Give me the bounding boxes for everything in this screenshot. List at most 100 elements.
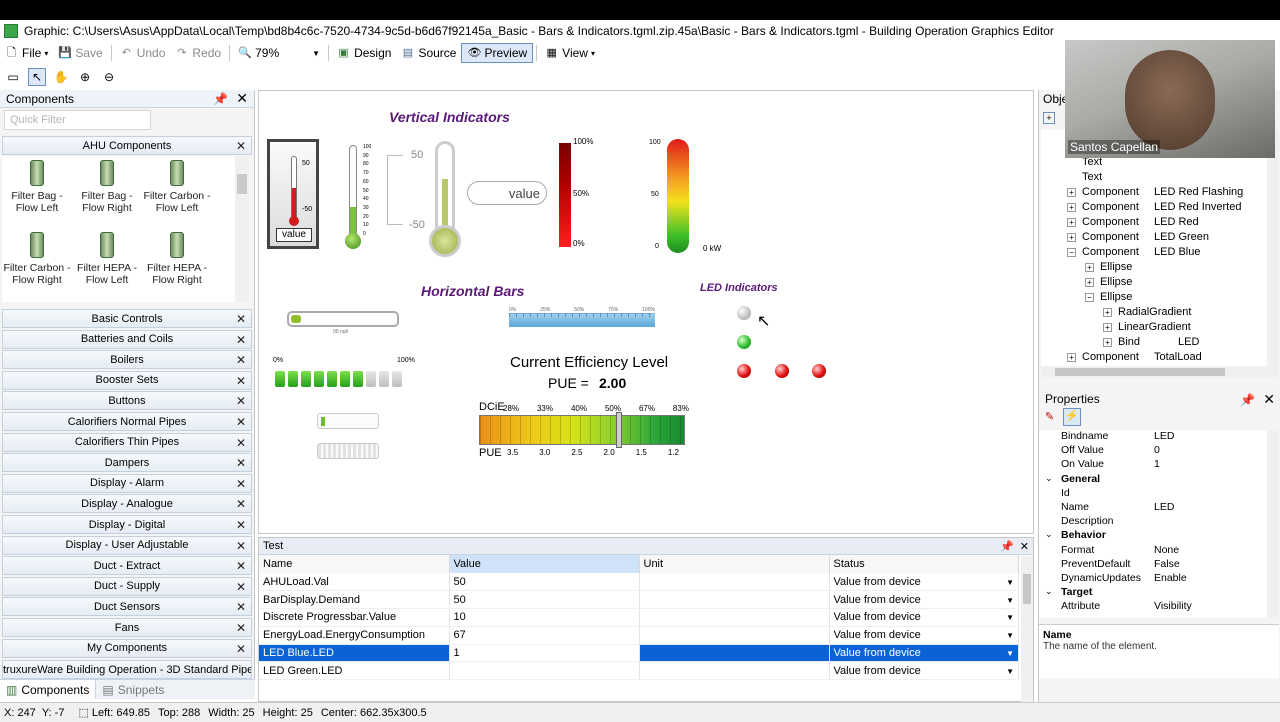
- column-name[interactable]: Name: [259, 555, 450, 573]
- row-unit[interactable]: [639, 626, 830, 645]
- chevron-down-icon[interactable]: ⌄: [1045, 473, 1053, 484]
- tree-item[interactable]: − Component LED Blue: [1067, 246, 1200, 258]
- row-value[interactable]: 1: [449, 644, 640, 663]
- group-item[interactable]: Batteries and Coils ✕: [2, 329, 252, 349]
- group-item[interactable]: Duct Sensors ✕: [2, 597, 252, 617]
- table-row[interactable]: LED Blue.LED 1 Value from device ▼: [259, 644, 1019, 663]
- close-icon[interactable]: ✕: [236, 642, 246, 656]
- chevron-down-icon[interactable]: ▼: [1006, 596, 1014, 605]
- chevron-down-icon[interactable]: ▼: [1006, 578, 1014, 587]
- group-item[interactable]: Dampers ✕: [2, 453, 252, 473]
- property-scrollbar[interactable]: [1267, 430, 1279, 618]
- table-row[interactable]: Discrete Progressbar.Value 10 Value from d…: [259, 608, 1019, 627]
- close-icon[interactable]: ✕: [236, 580, 246, 594]
- column-unit[interactable]: Unit: [639, 555, 830, 573]
- row-value[interactable]: 50: [449, 573, 640, 592]
- close-icon[interactable]: ✕: [236, 539, 246, 553]
- pan-tool-icon[interactable]: ✋: [52, 68, 70, 86]
- expand-all-icon[interactable]: +: [1043, 112, 1055, 124]
- gallery-scrollbar[interactable]: [235, 156, 249, 302]
- tab-components[interactable]: ▥ Components: [0, 680, 97, 699]
- layers-icon[interactable]: ▭: [4, 68, 22, 86]
- tree-item[interactable]: + Component LED Red: [1067, 216, 1199, 228]
- quick-filter-input[interactable]: Quick Filter: [4, 110, 151, 130]
- tree-item[interactable]: + Ellipse: [1085, 261, 1160, 273]
- tree-item[interactable]: + Component LED Green: [1067, 231, 1209, 243]
- close-icon[interactable]: ✕: [236, 518, 246, 532]
- tree-item[interactable]: + Ellipse: [1085, 276, 1160, 288]
- file-menu[interactable]: 🗋 File ▾: [0, 43, 53, 63]
- close-icon[interactable]: ✕: [1020, 541, 1029, 553]
- group-item[interactable]: Boilers ✕: [2, 350, 252, 370]
- close-icon[interactable]: ✕: [236, 353, 246, 367]
- expand-icon[interactable]: +: [1085, 262, 1094, 272]
- chevron-down-icon[interactable]: ▼: [1006, 631, 1014, 640]
- row-unit[interactable]: [639, 573, 830, 592]
- close-icon[interactable]: ✕: [236, 456, 246, 470]
- component-item[interactable]: Filter Bag - Flow Right: [72, 160, 142, 214]
- table-row[interactable]: LED Green.LED Value from device ▼: [259, 661, 1019, 681]
- design-button[interactable]: ▣ Design: [332, 43, 396, 63]
- row-unit[interactable]: [639, 608, 830, 627]
- group-item[interactable]: Calorifiers Thin Pipes ✕: [2, 432, 252, 452]
- close-icon[interactable]: ✕: [236, 559, 246, 573]
- expand-icon[interactable]: +: [1067, 202, 1076, 212]
- expand-icon[interactable]: +: [1067, 232, 1076, 242]
- component-item[interactable]: Filter Carbon - Flow Left: [142, 160, 212, 214]
- close-icon[interactable]: ✕: [236, 415, 246, 429]
- group-item[interactable]: Calorifiers Normal Pipes ✕: [2, 412, 252, 431]
- pin-icon[interactable]: 📌: [1000, 541, 1014, 553]
- group-item[interactable]: Duct - Supply ✕: [2, 576, 252, 596]
- tab-snippets[interactable]: ▤ Snippets: [96, 680, 170, 699]
- test-scrollbar[interactable]: [1021, 556, 1033, 702]
- table-row[interactable]: AHULoad.Val 50 Value from device ▼: [259, 573, 1019, 592]
- tree-scrollbar[interactable]: [1267, 130, 1279, 366]
- events-view-icon[interactable]: ⚡: [1063, 408, 1081, 426]
- tree-item[interactable]: − Ellipse: [1085, 291, 1160, 303]
- group-item[interactable]: Display - Alarm ✕: [2, 473, 252, 493]
- expand-icon[interactable]: +: [1067, 217, 1076, 227]
- pointer-tool-icon[interactable]: ↖: [28, 68, 46, 86]
- column-status[interactable]: Status: [829, 555, 1019, 573]
- group-3d-pipes[interactable]: truxureWare Building Operation - 3D Stan…: [2, 660, 252, 679]
- row-value[interactable]: 10: [449, 608, 640, 627]
- tree-hscrollbar[interactable]: [1041, 366, 1279, 378]
- chevron-down-icon[interactable]: ▼: [1006, 649, 1014, 658]
- group-ahu-components[interactable]: AHU Components ✕: [2, 136, 252, 155]
- zoom-in-icon[interactable]: ⊕: [76, 68, 94, 86]
- expand-icon[interactable]: +: [1103, 337, 1112, 347]
- close-icon[interactable]: ✕: [236, 497, 246, 511]
- table-row[interactable]: EnergyLoad.EnergyConsumption 67 Value from…: [259, 626, 1019, 645]
- column-value[interactable]: Value: [449, 555, 640, 573]
- undo-button[interactable]: ↶ Undo: [115, 43, 171, 63]
- zoom-out-icon[interactable]: ⊖: [100, 68, 118, 86]
- close-icon[interactable]: ✕: [236, 333, 246, 347]
- group-item[interactable]: My Components ✕: [2, 638, 252, 658]
- component-item[interactable]: Filter Carbon - Flow Right: [2, 232, 72, 286]
- row-value[interactable]: 67: [449, 626, 640, 645]
- graphics-canvas[interactable]: Vertical Indicators Horizontal Bars LED …: [258, 90, 1034, 534]
- component-item[interactable]: Filter Bag - Flow Left: [2, 160, 72, 214]
- group-item[interactable]: Duct - Extract ✕: [2, 556, 252, 576]
- chevron-down-icon[interactable]: ▼: [1006, 667, 1014, 676]
- expand-icon[interactable]: −: [1067, 247, 1076, 257]
- close-icon[interactable]: ✕: [236, 394, 246, 408]
- close-icon[interactable]: ✕: [1263, 391, 1275, 407]
- row-status[interactable]: Value from device ▼: [829, 626, 1019, 645]
- expand-icon[interactable]: +: [1085, 277, 1094, 287]
- pin-icon[interactable]: 📌: [1240, 393, 1255, 407]
- chevron-down-icon[interactable]: ▼: [1006, 613, 1014, 622]
- save-button[interactable]: 💾 Save: [53, 43, 107, 63]
- group-item[interactable]: Display - Digital ✕: [2, 515, 252, 534]
- group-item[interactable]: Display - Analogue ✕: [2, 494, 252, 514]
- group-item[interactable]: Booster Sets ✕: [2, 370, 252, 390]
- chevron-down-icon[interactable]: ⌄: [1045, 586, 1053, 597]
- close-icon[interactable]: ✕: [236, 436, 246, 450]
- expand-icon[interactable]: +: [1103, 322, 1112, 332]
- row-status[interactable]: Value from device ▼: [829, 661, 1019, 681]
- tree-item[interactable]: Text: [1067, 171, 1154, 183]
- zoom-select[interactable]: 🔍 79% ▼: [233, 43, 325, 63]
- close-icon[interactable]: ✕: [236, 600, 246, 614]
- properties-view-icon[interactable]: ✎: [1045, 410, 1061, 426]
- tree-item[interactable]: + Component LED Red Inverted: [1067, 201, 1241, 213]
